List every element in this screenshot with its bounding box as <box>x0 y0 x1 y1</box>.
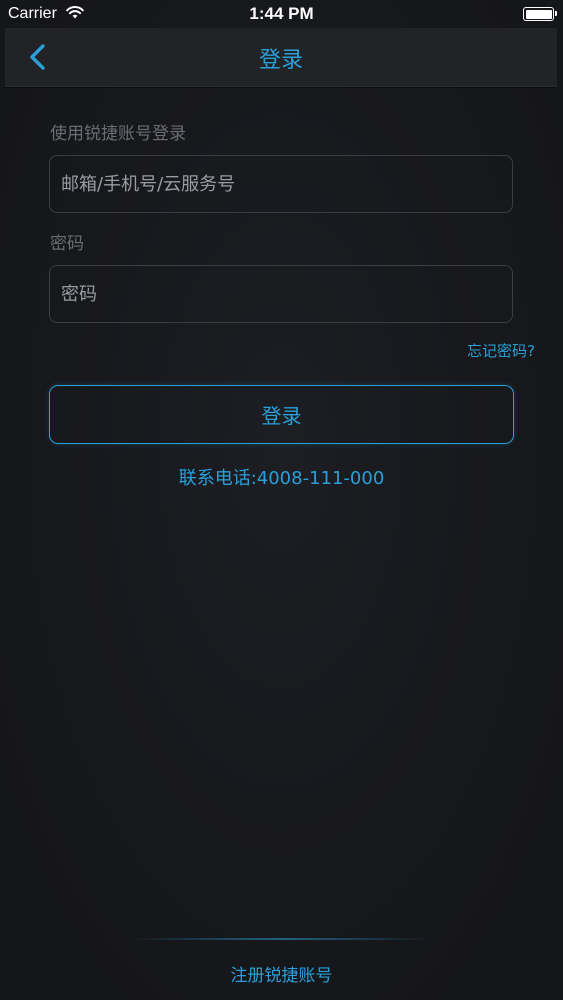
account-input[interactable] <box>49 155 513 213</box>
forgot-password-link[interactable]: 忘记密码? <box>467 340 535 361</box>
account-section-label: 使用锐捷账号登录 <box>50 124 186 144</box>
login-screen: Carrier 1:44 PM 登录 使用锐捷账号登录 密码 忘记密码? 登录 … <box>0 0 563 1000</box>
battery-full-icon <box>523 7 557 21</box>
page-title: 登录 <box>258 48 303 73</box>
register-account-link[interactable]: 注册锐捷账号 <box>0 961 563 986</box>
status-bar: Carrier 1:44 PM <box>0 0 563 28</box>
password-section-label: 密码 <box>50 234 84 254</box>
footer-divider <box>130 938 433 940</box>
login-button[interactable]: 登录 <box>49 385 514 444</box>
password-input[interactable] <box>49 265 513 323</box>
contact-phone[interactable]: 联系电话:4008-111-000 <box>0 464 563 490</box>
navigation-bar: 登录 <box>5 28 557 87</box>
clock: 1:44 PM <box>249 4 314 23</box>
